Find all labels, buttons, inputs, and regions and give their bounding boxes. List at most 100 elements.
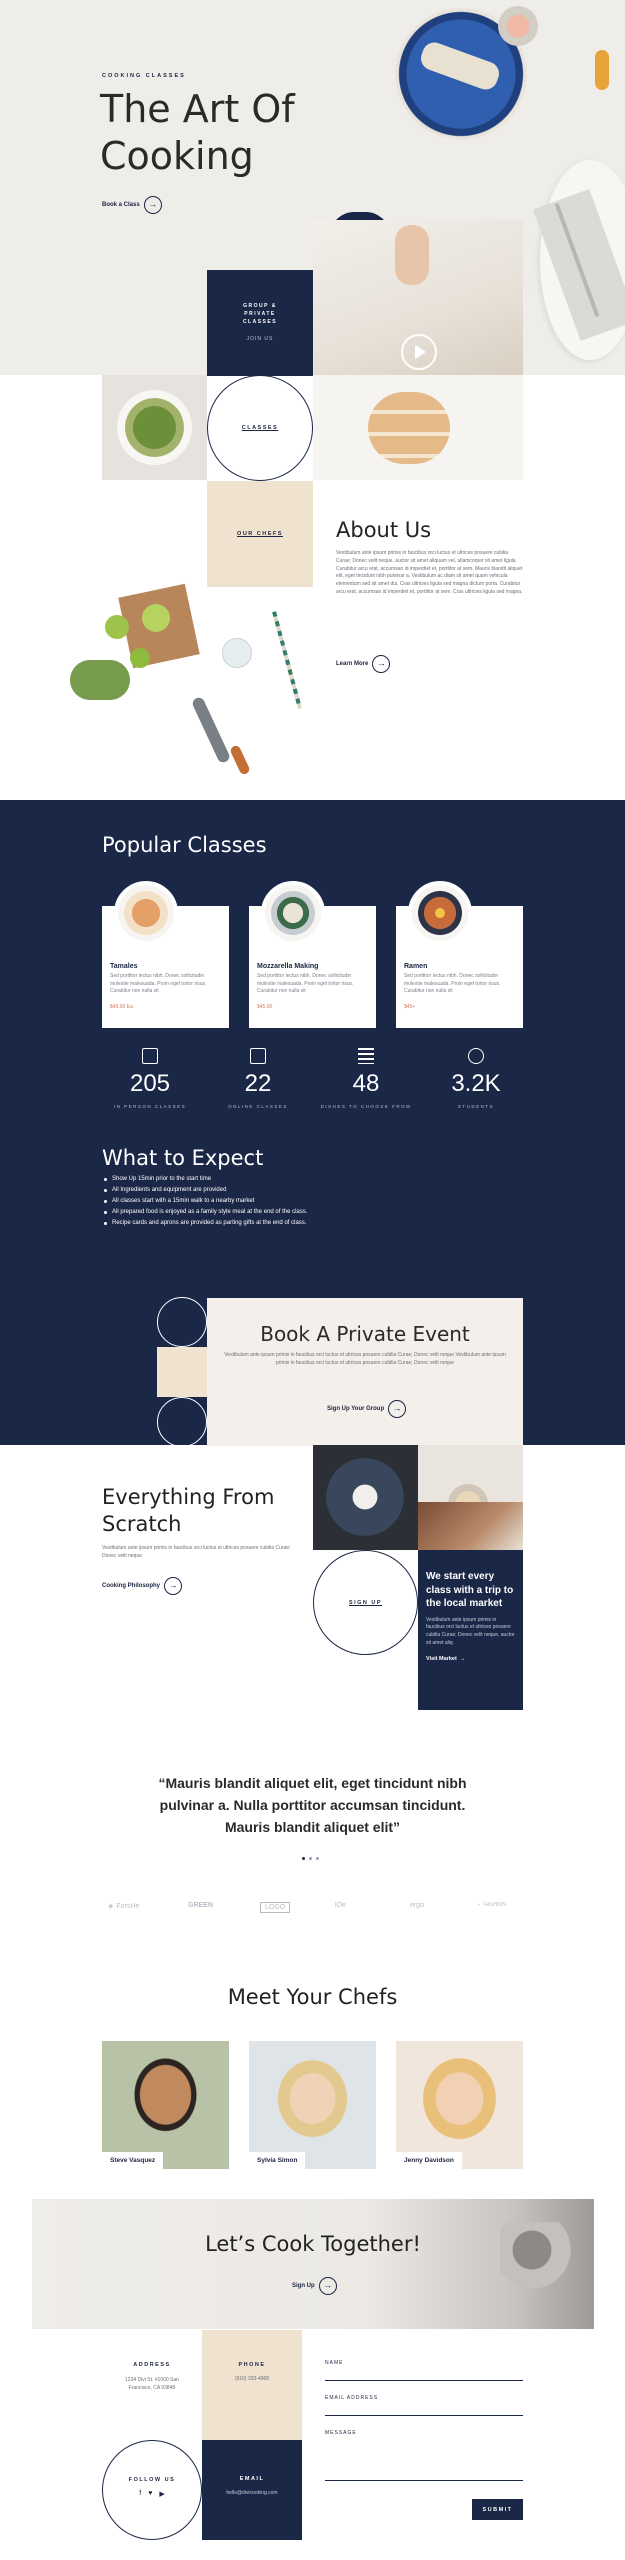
- people-icon: [468, 1048, 484, 1064]
- email-text[interactable]: hello@divicooking.com: [202, 2490, 302, 2496]
- class-card-name: Ramen: [404, 963, 428, 970]
- private-event-cta[interactable]: Sign Up Your Group →: [327, 1400, 407, 1418]
- play-square-icon: [250, 1048, 266, 1064]
- decor-beige-square: [157, 1347, 207, 1397]
- private-event-cta-label: Sign Up Your Group: [327, 1406, 385, 1412]
- arrow-right-icon: →: [372, 655, 391, 673]
- client-logo: lOe: [335, 1902, 346, 1909]
- expect-item: All prepared food is enjoyed as a family…: [104, 1209, 307, 1215]
- list-icon: [358, 1048, 374, 1064]
- twitter-icon[interactable]: ♥: [148, 2490, 152, 2498]
- stat-value: 22: [244, 1070, 272, 1097]
- private-event-card: [207, 1298, 523, 1446]
- logo-text: ergo: [410, 1902, 425, 1909]
- ramen-image: [408, 881, 472, 945]
- arrow-right-icon: →: [459, 1655, 466, 1662]
- chef-card[interactable]: Jenny Davidson: [396, 2041, 523, 2169]
- our-chefs-tile[interactable]: OUR CHEFS: [207, 481, 313, 587]
- email-field[interactable]: [325, 2415, 523, 2416]
- market-cta-label: Visit Market: [426, 1655, 457, 1662]
- phone-text[interactable]: (916) 333-4968: [202, 2376, 302, 2382]
- slider-dot[interactable]: [309, 1857, 312, 1860]
- class-card[interactable]: Tamales Sed porttitor lectus nibh. Donec…: [102, 881, 229, 1028]
- chef-card[interactable]: Sylvia Simon: [249, 2041, 376, 2169]
- logo-text: LOGO: [265, 1904, 286, 1911]
- phone-block: PHONE (916) 333-4968: [202, 2330, 302, 2440]
- classes-label: CLASSES: [241, 425, 279, 431]
- contact-form: NAME EMAIL ADDRESS MESSAGE: [325, 2360, 523, 2481]
- slider-dot-active[interactable]: [302, 1857, 305, 1860]
- class-card-name: Tamales: [110, 963, 138, 970]
- about-cta-label: Learn More: [336, 661, 369, 667]
- mozzarella-image: [261, 881, 325, 945]
- stat-in-person: 205 IN PERSON CLASSES: [95, 1048, 205, 1109]
- class-card-price: $45+: [404, 1004, 416, 1010]
- class-card[interactable]: Mozzarella Making Sed porttitor lectus n…: [249, 881, 376, 1028]
- class-card-price: $45.00 Ea.: [110, 1004, 135, 1010]
- logo-mark-icon: ◈: [108, 1903, 114, 1910]
- arrow-right-icon: →: [164, 1577, 182, 1595]
- scratch-title: Everything From Scratch: [102, 1484, 274, 1538]
- herbs-image: [70, 660, 130, 700]
- client-logo: GREEN: [188, 1902, 213, 1909]
- youtube-icon[interactable]: ▶: [159, 2490, 164, 2498]
- client-logo: LOGO: [260, 1902, 291, 1913]
- group-classes-link[interactable]: JOIN US: [207, 336, 313, 342]
- stat-online: 22 ONLINE CLASSES: [203, 1048, 313, 1109]
- group-classes-title: GROUP & PRIVATE CLASSES: [242, 303, 278, 325]
- stat-label: ONLINE CLASSES: [228, 1104, 288, 1109]
- class-card-price: $45.00: [257, 1004, 273, 1010]
- email-field-label: EMAIL ADDRESS: [325, 2395, 379, 2401]
- chef-name: Steve Vasquez: [102, 2152, 164, 2169]
- scratch-body: Vestibulum ante ipsum primis in faucibus…: [102, 1545, 291, 1559]
- hero-cta[interactable]: Book a Class →: [102, 196, 162, 214]
- market-cta[interactable]: Visit Market →: [426, 1656, 515, 1662]
- hero-title-line1: The Art Of: [100, 87, 295, 131]
- salad-bowl-inner-image: [117, 390, 192, 465]
- donut-stack-image: [368, 392, 450, 464]
- name-field[interactable]: [325, 2380, 523, 2381]
- calendar-icon: [142, 1048, 158, 1064]
- email-block: EMAIL hello@divicooking.com: [202, 2440, 302, 2540]
- email-label: EMAIL: [239, 2476, 265, 2482]
- about-body: Vestibulum ante ipsum primis in faucibus…: [336, 550, 523, 595]
- logo-text: FASHION: [484, 1902, 506, 1908]
- scratch-title-line1: Everything From: [102, 1485, 275, 1509]
- class-card[interactable]: Ramen Sed porttitor lectus nibh. Donec s…: [396, 881, 523, 1028]
- facebook-icon[interactable]: f: [139, 2490, 141, 2498]
- signup-circle-link[interactable]: SIGN UP: [313, 1550, 418, 1655]
- class-card-desc: Sed porttitor lectus nibh. Donec sollici…: [404, 973, 501, 994]
- market-card: We start every class with a trip to the …: [418, 1550, 523, 1710]
- chef-card[interactable]: Steve Vasquez: [102, 2041, 229, 2169]
- logo-mark-icon: ◐: [478, 1902, 482, 1908]
- hero-sauce-bowl-image: [498, 6, 538, 46]
- client-logo: ergo: [410, 1902, 424, 1909]
- chef-photo: [102, 2041, 229, 2169]
- stat-value: 48: [352, 1070, 380, 1097]
- about-cta[interactable]: Learn More →: [336, 655, 391, 673]
- hero-pepper-image: [595, 50, 609, 90]
- message-field[interactable]: [325, 2480, 523, 2481]
- stat-value: 205: [129, 1070, 171, 1097]
- scratch-cta[interactable]: Cooking Philosophy →: [102, 1577, 182, 1595]
- submit-button[interactable]: SUBMIT: [472, 2499, 523, 2520]
- cta-banner-button[interactable]: Sign Up →: [292, 2277, 337, 2295]
- classes-circle-link[interactable]: CLASSES: [207, 375, 313, 481]
- lime-image: [130, 648, 150, 668]
- about-title: About Us: [336, 518, 432, 542]
- slider-dots[interactable]: [302, 1857, 319, 1860]
- class-card-desc: Sed porttitor lectus nibh. Donec sollici…: [110, 973, 207, 994]
- expect-item: Show Up 15min prior to the start time: [104, 1176, 307, 1182]
- hero-title-line2: Cooking: [100, 134, 254, 178]
- popular-title: Popular Classes: [102, 833, 267, 857]
- market-title: We start every class with a trip to the …: [426, 1571, 514, 1609]
- social-icons: f ♥ ▶: [103, 2490, 201, 2498]
- knife-handle-image: [229, 744, 251, 776]
- phone-label: PHONE: [238, 2362, 266, 2368]
- slider-dot[interactable]: [316, 1857, 319, 1860]
- knife-image: [190, 695, 232, 765]
- market-body: Vestibulum ante ipsum primis in faucibus…: [426, 1616, 515, 1646]
- lime-image: [105, 615, 129, 639]
- play-video-button[interactable]: [401, 334, 437, 370]
- scratch-cta-label: Cooking Philosophy: [102, 1583, 160, 1589]
